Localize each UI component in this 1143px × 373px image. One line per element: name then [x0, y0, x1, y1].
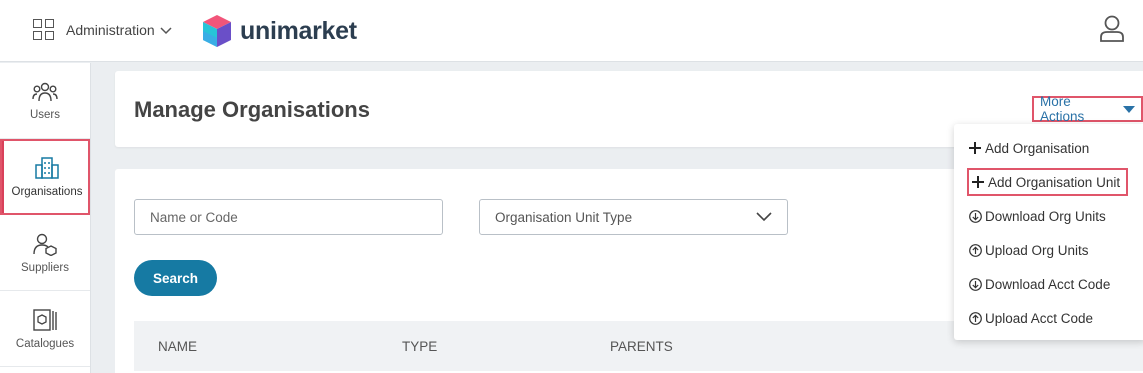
page-title: Manage Organisations: [134, 97, 370, 122]
menu-item-label: Add Organisation Unit: [988, 174, 1121, 190]
more-actions-menu: Add Organisation Add Organisation Unit D…: [954, 124, 1143, 340]
sidebar-item-catalogues[interactable]: Catalogues: [0, 291, 90, 367]
menu-item-add-organisation[interactable]: Add Organisation: [968, 136, 1089, 160]
upload-icon: [968, 311, 982, 325]
menu-item-upload-acct-code[interactable]: Upload Acct Code: [968, 306, 1093, 330]
buildings-icon: [35, 156, 59, 179]
sidebar-item-label: Organisations: [11, 185, 83, 198]
search-button[interactable]: Search: [134, 260, 217, 296]
logo-mark-icon: [203, 15, 231, 47]
download-icon: [968, 277, 982, 291]
menu-item-label: Download Acct Code: [985, 276, 1111, 292]
sidebar-item-organisations[interactable]: Organisations: [0, 139, 90, 215]
users-icon: [32, 82, 58, 101]
menu-item-download-acct-code[interactable]: Download Acct Code: [968, 272, 1110, 296]
menu-item-label: Download Org Units: [985, 208, 1106, 224]
app-grid-icon: [33, 19, 55, 41]
sidebar-item-label: Users: [29, 108, 61, 121]
catalogue-icon: [33, 308, 57, 331]
top-bar: Administration unimarket: [0, 0, 1143, 62]
organisation-unit-type-select[interactable]: Organisation Unit Type: [479, 199, 788, 235]
logo-text: unimarket: [240, 16, 357, 45]
download-icon: [968, 209, 982, 223]
menu-item-label: Add Organisation: [985, 140, 1090, 156]
select-label: Organisation Unit Type: [495, 209, 633, 225]
sidebar-item-suppliers[interactable]: Suppliers: [0, 215, 90, 291]
caret-down-icon: [1123, 105, 1135, 113]
column-header-name[interactable]: NAME: [158, 339, 197, 354]
app-switcher[interactable]: Administration: [33, 19, 172, 41]
menu-item-download-org-units[interactable]: Download Org Units: [968, 204, 1106, 228]
sidebar-item-label: Catalogues: [15, 337, 75, 350]
menu-item-add-organisation-unit[interactable]: Add Organisation Unit: [967, 168, 1129, 196]
chevron-down-icon: [756, 212, 772, 222]
upload-icon: [968, 243, 982, 257]
sidebar: Users Organisations Suppliers Catalogues: [0, 63, 91, 373]
menu-item-label: Upload Acct Code: [985, 310, 1094, 326]
column-header-type[interactable]: TYPE: [402, 339, 437, 354]
more-actions-button[interactable]: More Actions: [1032, 94, 1143, 124]
plus-icon: [971, 175, 985, 189]
plus-icon: [968, 141, 982, 155]
column-header-parents[interactable]: PARENTS: [610, 339, 673, 354]
sidebar-item-users[interactable]: Users: [0, 63, 90, 139]
user-profile-icon[interactable]: [1099, 15, 1125, 43]
menu-item-upload-org-units[interactable]: Upload Org Units: [968, 238, 1089, 262]
name-or-code-input[interactable]: [134, 199, 443, 235]
more-actions-label: More Actions: [1040, 94, 1085, 124]
menu-item-label: Upload Org Units: [985, 242, 1089, 258]
app-switcher-label: Administration: [66, 22, 155, 38]
unimarket-logo[interactable]: unimarket: [202, 14, 357, 48]
chevron-down-icon: [160, 27, 172, 35]
supplier-icon: [33, 233, 57, 256]
sidebar-item-label: Suppliers: [21, 261, 69, 274]
